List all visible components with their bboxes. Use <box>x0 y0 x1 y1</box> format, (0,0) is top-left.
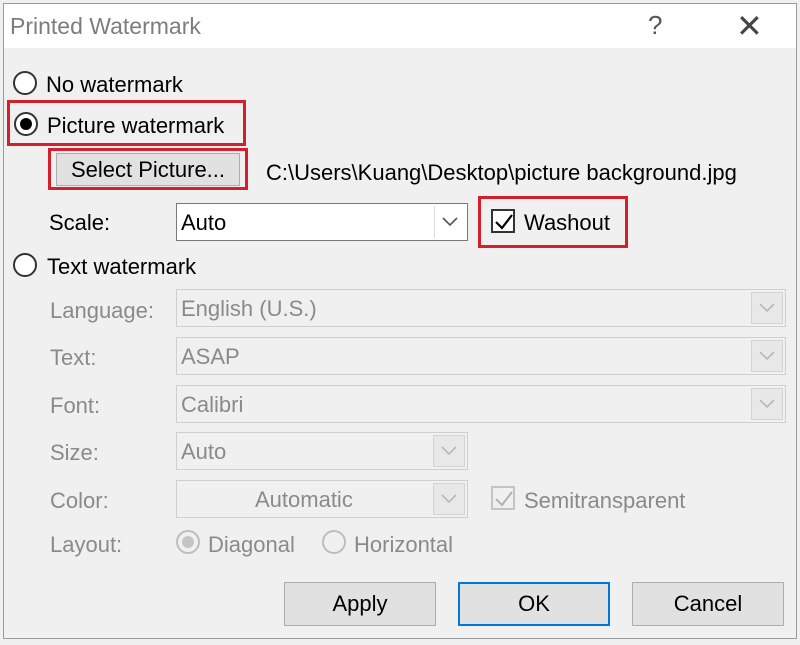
chevron-down-icon <box>759 351 775 361</box>
layout-horizontal-radio[interactable] <box>322 530 346 554</box>
language-label: Language: <box>50 298 154 323</box>
size-value: Auto <box>181 439 227 464</box>
chevron-down-icon <box>441 494 457 504</box>
layout-label: Layout: <box>50 532 123 557</box>
text-value: ASAP <box>181 344 240 369</box>
layout-horizontal-label[interactable]: Horizontal <box>354 532 453 558</box>
select-picture-button[interactable]: Select Picture... <box>56 153 240 186</box>
title-bar: Printed Watermark ? ✕ <box>4 4 796 48</box>
scale-dropdown-arrow[interactable] <box>434 206 465 238</box>
cancel-button[interactable]: Cancel <box>632 582 784 626</box>
color-dropdown-arrow[interactable] <box>433 483 465 515</box>
chevron-down-icon <box>759 399 775 409</box>
language-combobox[interactable]: English (U.S.) <box>176 289 786 327</box>
scale-value: Auto <box>181 210 227 235</box>
text-watermark-radio[interactable] <box>13 253 37 277</box>
layout-diagonal-radio[interactable] <box>176 530 200 554</box>
window-title: Printed Watermark <box>10 13 201 39</box>
size-label: Size: <box>50 440 99 465</box>
text-watermark-label[interactable]: Text watermark <box>47 254 196 280</box>
font-dropdown-arrow[interactable] <box>751 388 783 420</box>
scale-label: Scale: <box>49 210 111 235</box>
language-dropdown-arrow[interactable] <box>751 292 783 324</box>
chevron-down-icon <box>441 446 457 456</box>
layout-diagonal-label[interactable]: Diagonal <box>208 532 295 558</box>
text-combobox[interactable]: ASAP <box>176 337 786 375</box>
chevron-down-icon <box>759 303 775 313</box>
color-combobox[interactable]: Automatic <box>176 480 468 518</box>
close-icon[interactable]: ✕ <box>736 7 763 45</box>
semitransparent-label[interactable]: Semitransparent <box>524 488 685 514</box>
color-label: Color: <box>50 488 109 513</box>
picture-watermark-radio[interactable] <box>14 112 38 136</box>
scale-combobox[interactable]: Auto <box>176 203 468 241</box>
semitransparent-checkbox[interactable] <box>491 486 515 510</box>
chevron-down-icon <box>442 217 458 227</box>
washout-checkbox[interactable] <box>491 209 515 233</box>
apply-button[interactable]: Apply <box>284 582 436 626</box>
printed-watermark-dialog: Printed Watermark ? ✕ No watermark Pictu… <box>3 3 797 639</box>
size-combobox[interactable]: Auto <box>176 432 468 470</box>
picture-path: C:\Users\Kuang\Desktop\picture backgroun… <box>266 160 737 185</box>
ok-button[interactable]: OK <box>458 582 610 626</box>
text-label: Text: <box>50 345 97 370</box>
language-value: English (U.S.) <box>181 296 317 321</box>
font-combobox[interactable]: Calibri <box>176 385 786 423</box>
checkmark-icon <box>495 491 513 507</box>
checkmark-icon <box>495 214 513 230</box>
no-watermark-radio[interactable] <box>13 71 37 95</box>
font-label: Font: <box>50 393 101 418</box>
color-value: Automatic <box>255 487 353 512</box>
help-icon[interactable]: ? <box>648 10 662 41</box>
washout-label[interactable]: Washout <box>524 210 610 236</box>
font-value: Calibri <box>181 392 244 417</box>
no-watermark-label[interactable]: No watermark <box>46 72 183 98</box>
text-dropdown-arrow[interactable] <box>751 340 783 372</box>
size-dropdown-arrow[interactable] <box>433 435 465 467</box>
picture-watermark-label[interactable]: Picture watermark <box>47 113 224 139</box>
